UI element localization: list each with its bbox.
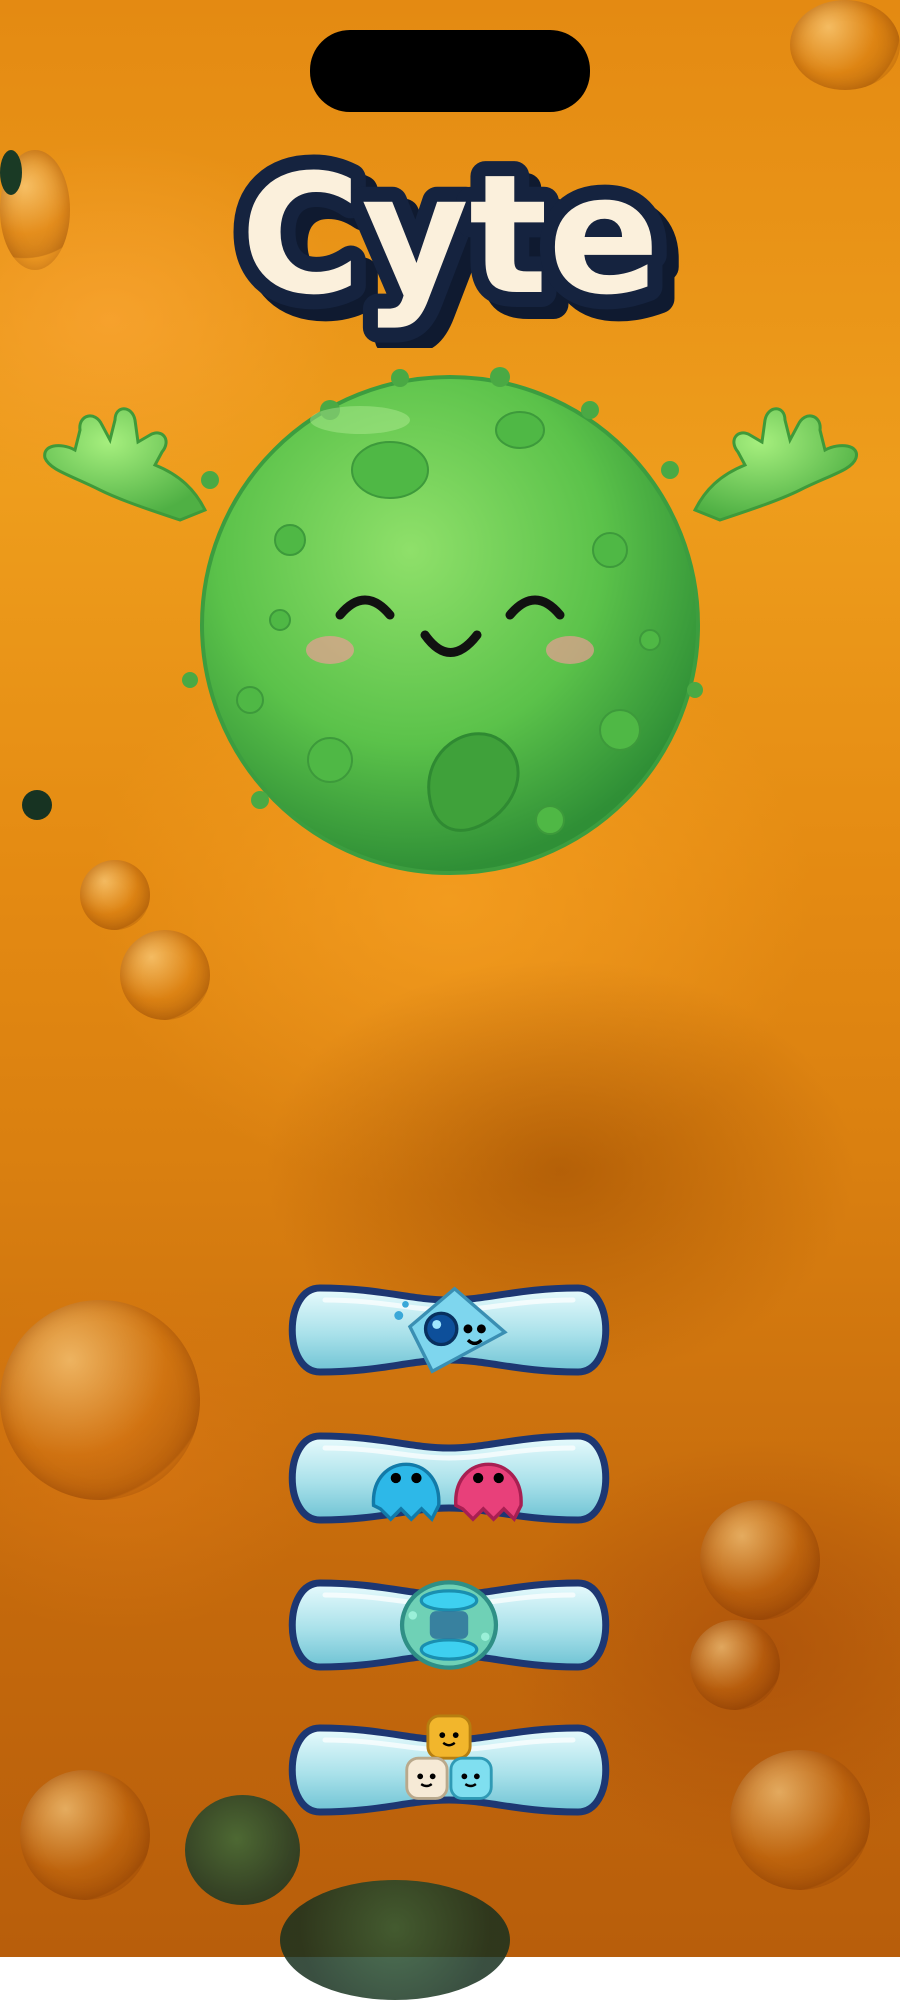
twin-blobs-icon xyxy=(371,1462,523,1523)
right-cheek xyxy=(546,636,594,664)
menu-button-1[interactable] xyxy=(280,1282,618,1378)
bubble xyxy=(690,1620,780,1710)
menu-button-3[interactable] xyxy=(280,1577,618,1673)
cube-stack-icon xyxy=(405,1714,493,1801)
menu-button-4[interactable] xyxy=(280,1714,618,1818)
blue-comet-icon xyxy=(394,1286,508,1374)
cell-mascot xyxy=(43,367,858,875)
game-title: Cyte Cyte Cyte xyxy=(225,124,686,348)
bubble xyxy=(20,1770,150,1900)
right-arm xyxy=(692,407,858,522)
left-cheek xyxy=(306,636,354,664)
title-text: Cyte xyxy=(240,139,659,331)
bubble xyxy=(120,930,210,1020)
dark-cell-bubble xyxy=(280,1880,510,2000)
bubble xyxy=(730,1750,870,1890)
cell-capsule-icon xyxy=(399,1580,499,1670)
bubble xyxy=(790,0,900,90)
camera-notch xyxy=(310,30,590,112)
bubble xyxy=(0,1300,200,1500)
left-arm xyxy=(43,407,208,522)
bubble xyxy=(700,1500,820,1620)
menu-button-2[interactable] xyxy=(280,1430,618,1526)
